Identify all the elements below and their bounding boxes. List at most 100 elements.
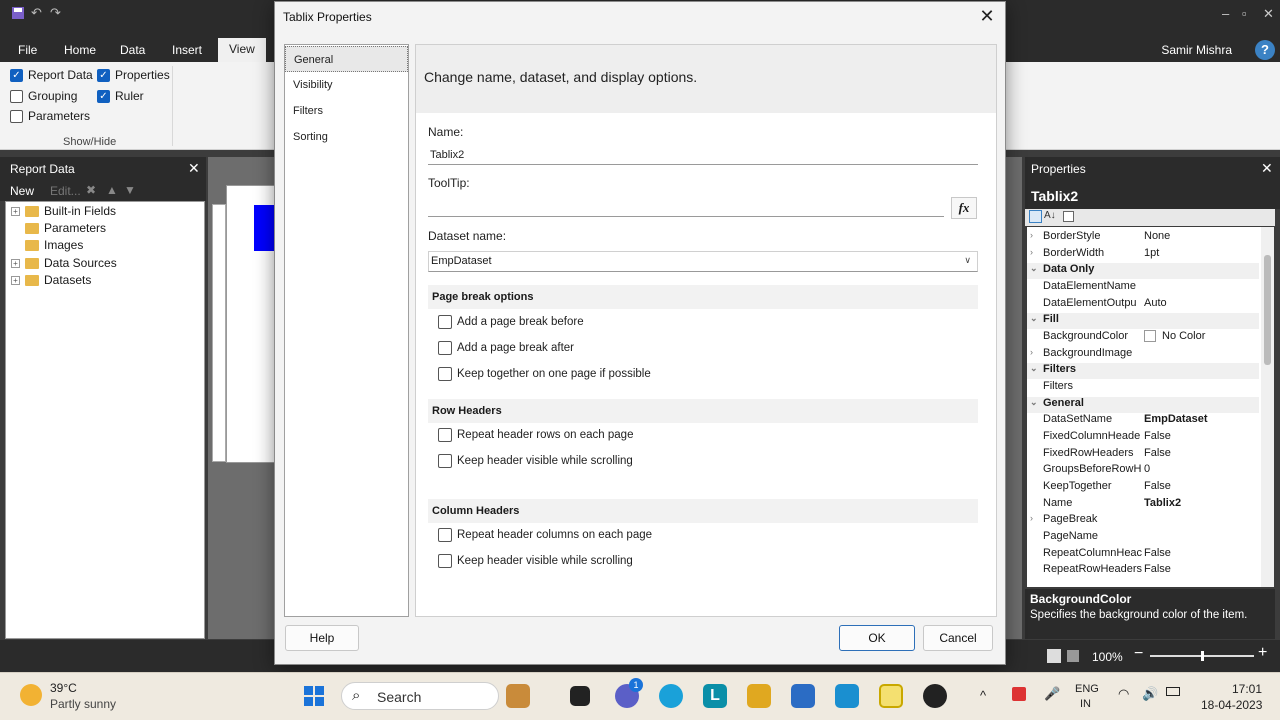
new-button[interactable]: New [10, 184, 34, 198]
edit-button[interactable]: Edit... [50, 184, 81, 198]
battery-icon[interactable] [1166, 687, 1180, 696]
microphone-icon[interactable]: 🎤 [1044, 686, 1060, 702]
property-value[interactable]: False [1144, 480, 1171, 492]
dataset-select[interactable]: EmpDataset ∨ [428, 251, 978, 272]
save-icon[interactable] [11, 6, 27, 20]
taskbar-search[interactable]: ⌕ Search [341, 682, 499, 710]
print-layout-icon[interactable] [1047, 649, 1061, 663]
dialog-close-icon[interactable]: ✕ [977, 6, 997, 27]
property-row[interactable]: › BorderStyle None [1027, 230, 1259, 246]
property-row[interactable]: Filters [1027, 380, 1259, 396]
properties-object-name[interactable]: Tablix2 [1025, 181, 1280, 209]
tree-item-data-sources[interactable]: + Data Sources [11, 256, 117, 272]
property-row[interactable]: › BorderWidth 1pt [1027, 247, 1259, 263]
tab-home[interactable]: Home [64, 43, 96, 57]
user-name[interactable]: Samir Mishra [1161, 43, 1232, 57]
report-item[interactable] [254, 205, 274, 251]
edge-icon[interactable] [659, 684, 683, 708]
property-row[interactable]: DataElementOutpu Auto [1027, 297, 1259, 313]
property-value[interactable]: 0 [1144, 463, 1150, 475]
grouping-checkbox[interactable]: Grouping [10, 89, 77, 104]
expand-icon[interactable]: › [1030, 230, 1033, 240]
volume-icon[interactable]: 🔊 [1142, 686, 1158, 702]
collapse-icon[interactable]: ⌄ [1030, 263, 1038, 274]
properties-scroll-thumb[interactable] [1264, 255, 1271, 365]
close-report-data-icon[interactable]: ✕ [188, 160, 200, 177]
language[interactable]: ENG [1075, 683, 1099, 695]
repeat-header-columns-checkbox[interactable]: Repeat header columns on each page [438, 528, 652, 542]
name-input[interactable] [428, 146, 978, 165]
clock-date[interactable]: 18-04-2023 [1201, 698, 1262, 712]
keep-column-header-visible-checkbox[interactable]: Keep header visible while scrolling [438, 554, 633, 568]
property-value[interactable]: No Color [1144, 330, 1205, 343]
tree-item-images[interactable]: Images [11, 238, 83, 254]
property-value[interactable]: Tablix2 [1144, 497, 1181, 509]
tree-item-built-in-fields[interactable]: + Built-in Fields [11, 204, 116, 220]
zoom-slider-thumb[interactable] [1201, 651, 1204, 661]
property-row[interactable]: › BackgroundImage [1027, 347, 1259, 363]
region[interactable]: IN [1080, 698, 1091, 710]
zoom-out-icon[interactable]: − [1134, 645, 1143, 663]
wifi-icon[interactable]: ◠ [1118, 686, 1129, 702]
property-category[interactable]: ⌄ Fill [1027, 313, 1259, 329]
nav-general[interactable]: General [285, 46, 408, 72]
page-break-before-checkbox[interactable]: Add a page break before [438, 315, 584, 329]
property-value[interactable]: Auto [1144, 297, 1167, 309]
expand-icon[interactable]: + [11, 207, 20, 217]
report-builder-icon[interactable] [879, 684, 903, 708]
teams-chat-icon[interactable]: 1 [615, 678, 643, 708]
property-value[interactable]: False [1144, 547, 1171, 559]
property-value[interactable]: None [1144, 230, 1170, 242]
property-row[interactable]: BackgroundColor No Color [1027, 330, 1259, 346]
close-properties-icon[interactable]: ✕ [1261, 160, 1273, 177]
collapse-icon[interactable]: ⌄ [1030, 397, 1038, 408]
tree-item-datasets[interactable]: + Datasets [11, 273, 91, 289]
move-down-icon[interactable]: ▼ [124, 183, 136, 197]
property-value[interactable]: False [1144, 430, 1171, 442]
property-row[interactable]: RepeatRowHeaders False [1027, 563, 1259, 579]
tooltip-input[interactable] [428, 198, 944, 217]
categorized-icon[interactable] [1029, 210, 1042, 223]
property-value[interactable]: False [1144, 447, 1171, 459]
weather-sun-icon[interactable] [20, 684, 42, 706]
collapse-icon[interactable]: ⌄ [1030, 313, 1038, 324]
close-window-icon[interactable]: ✕ [1263, 6, 1274, 22]
start-icon[interactable] [304, 686, 324, 706]
ruler-checkbox[interactable]: ✓ Ruler [97, 89, 144, 104]
expression-button[interactable]: fx [951, 197, 977, 219]
app-o-icon[interactable] [835, 684, 859, 708]
expand-icon[interactable]: › [1030, 513, 1033, 523]
tab-insert[interactable]: Insert [172, 43, 202, 57]
property-category[interactable]: ⌄ General [1027, 397, 1259, 413]
nav-visibility[interactable]: Visibility [285, 72, 408, 98]
weather-text[interactable]: Partly sunny [50, 697, 116, 711]
property-pages-icon[interactable] [1063, 211, 1074, 222]
help-icon[interactable]: ? [1255, 40, 1275, 60]
property-value[interactable]: 1pt [1144, 247, 1159, 259]
file-explorer-icon[interactable] [747, 684, 771, 708]
property-row[interactable]: Name Tablix2 [1027, 497, 1259, 513]
file-explorer-pinned-icon[interactable] [506, 684, 530, 708]
clock-time[interactable]: 17:01 [1232, 682, 1262, 696]
tab-view[interactable]: View [218, 38, 266, 62]
help-button[interactable]: Help [285, 625, 359, 651]
minimize-icon[interactable]: – [1222, 6, 1229, 21]
expand-icon[interactable]: + [11, 276, 20, 286]
repeat-header-rows-checkbox[interactable]: Repeat header rows on each page [438, 428, 633, 442]
property-row[interactable]: FixedRowHeaders False [1027, 447, 1259, 463]
property-row[interactable]: › PageBreak [1027, 513, 1259, 529]
property-row[interactable]: KeepTogether False [1027, 480, 1259, 496]
undo-icon[interactable]: ↶ [31, 6, 47, 20]
expand-icon[interactable]: › [1030, 247, 1033, 257]
expand-icon[interactable]: + [11, 259, 20, 269]
tree-item-parameters[interactable]: Parameters [11, 221, 106, 237]
tab-data[interactable]: Data [120, 43, 145, 57]
expand-icon[interactable]: › [1030, 347, 1033, 357]
keep-row-header-visible-checkbox[interactable]: Keep header visible while scrolling [438, 454, 633, 468]
restore-icon[interactable]: ▫ [1242, 6, 1247, 21]
page-break-after-checkbox[interactable]: Add a page break after [438, 341, 574, 355]
property-value[interactable]: EmpDataset [1144, 413, 1208, 425]
move-up-icon[interactable]: ▲ [106, 183, 118, 197]
zoom-in-icon[interactable]: + [1258, 644, 1267, 662]
property-row[interactable]: PageName [1027, 530, 1259, 546]
